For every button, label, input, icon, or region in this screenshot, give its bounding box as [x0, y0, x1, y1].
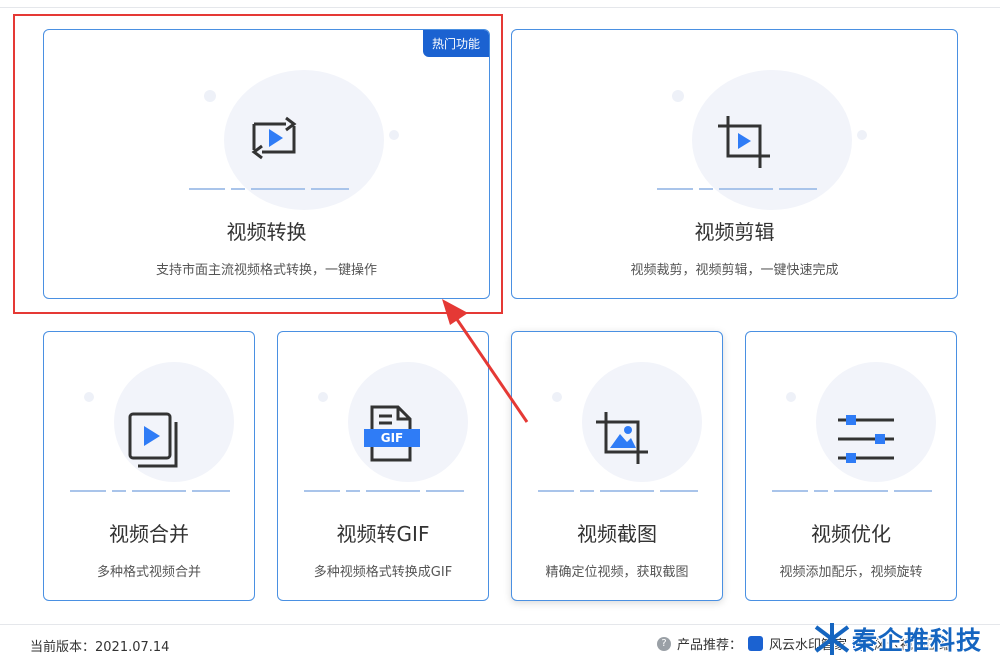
sliders-icon [838, 415, 894, 463]
decor-dot [786, 392, 796, 402]
annotation-arrow [442, 299, 529, 423]
help-icon[interactable]: ? [657, 636, 671, 651]
recommend-label: 产品推荐： [677, 638, 743, 653]
video-merge-card[interactable]: 视频合并 多种格式视频合并 [43, 331, 255, 601]
merge-icon [128, 412, 178, 468]
card-desc: 视频添加配乐，视频旋转 [779, 565, 923, 580]
card-title: 视频剪辑 [694, 220, 775, 244]
top-divider [0, 7, 1000, 8]
watermark-app-icon[interactable] [748, 636, 764, 651]
decor-dash [70, 490, 230, 492]
card-desc: 多种视频格式转换成GIF [313, 565, 453, 580]
watermark-text: 秦企推科技 [852, 626, 983, 655]
gif-icon-label: GIF [380, 431, 404, 445]
video-optimize-card[interactable]: 视频优化 视频添加配乐，视频旋转 [745, 331, 957, 601]
card-desc: 多种格式视频合并 [96, 565, 201, 580]
crop-icon [718, 116, 770, 168]
card-title: 视频截图 [577, 522, 657, 546]
decor-dash [304, 490, 464, 492]
video-edit-card[interactable]: 视频剪辑 视频裁剪，视频剪辑，一键快速完成 [511, 29, 958, 299]
brand-watermark: 秦企推科技 [812, 616, 1000, 662]
card-title: 视频合并 [109, 522, 189, 546]
card-desc: 视频裁剪，视频剪辑，一键快速完成 [630, 263, 839, 278]
video-screenshot-card[interactable]: 视频截图 精确定位视频，获取截图 [511, 331, 723, 601]
decor-dot [857, 130, 867, 140]
image-crop-icon [596, 412, 648, 464]
card-desc: 精确定位视频，获取截图 [545, 565, 689, 580]
card-title: 视频转GIF [336, 522, 430, 546]
highlight-box [13, 14, 503, 314]
decor-dot [318, 392, 328, 402]
version-label: 当前版本：2021.07.14 [30, 640, 170, 655]
decor-dot [84, 392, 94, 402]
decor-dash [538, 490, 698, 492]
watermark-logo-icon [814, 623, 850, 655]
decor-dash [772, 490, 932, 492]
decor-dash [657, 188, 817, 190]
card-title: 视频优化 [811, 522, 891, 546]
decor-dot [672, 90, 684, 102]
decor-dot [552, 392, 562, 402]
